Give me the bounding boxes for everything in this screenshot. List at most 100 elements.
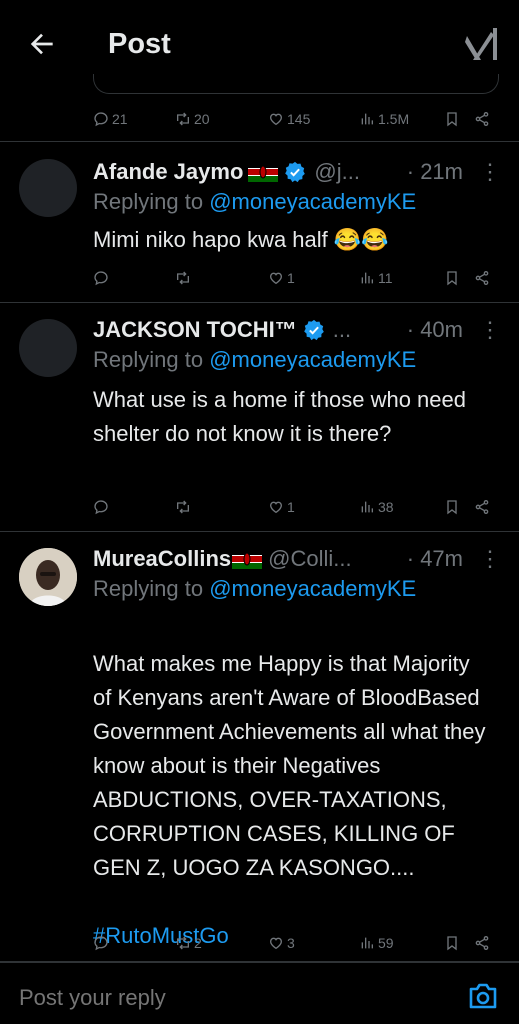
repost-icon [177, 271, 189, 285]
share-button[interactable] [474, 111, 494, 127]
share-button[interactable] [474, 270, 494, 286]
share-icon [475, 112, 489, 126]
reply-icon [94, 112, 108, 127]
reply-button[interactable] [93, 270, 175, 286]
avatar-photo [19, 548, 77, 606]
post-header: MureaCollins @Colli... · 47m ⋮ [93, 544, 501, 574]
like-icon [269, 113, 283, 126]
repost-icon [177, 936, 189, 950]
avatar[interactable] [19, 159, 77, 217]
share-button[interactable] [474, 499, 494, 515]
bookmark-icon [447, 500, 457, 515]
reply-icon [94, 271, 108, 286]
action-bar: 1 38 [93, 496, 499, 518]
share-icon [475, 500, 489, 514]
display-name[interactable]: JACKSON TOCHI™ [93, 317, 297, 343]
previous-post-stub: 21 20 145 1.5M [0, 74, 519, 142]
views-button[interactable]: 38 [359, 499, 444, 515]
more-icon[interactable]: ⋮ [479, 159, 501, 185]
bookmark-button[interactable] [444, 935, 474, 951]
views-count: 38 [378, 499, 394, 515]
back-arrow-icon[interactable] [26, 28, 58, 60]
replying-label: Replying to [93, 347, 204, 372]
like-button[interactable]: 1 [268, 499, 359, 515]
repost-count: 2 [194, 935, 202, 951]
reply-composer [0, 962, 519, 1024]
repost-icon [177, 112, 189, 126]
mention-link[interactable]: @moneyacademyKE [209, 576, 416, 601]
reply-count: 21 [112, 111, 128, 127]
display-name[interactable]: MureaCollins [93, 546, 231, 572]
views-icon [361, 272, 373, 284]
verified-icon [285, 161, 306, 183]
more-icon[interactable]: ⋮ [479, 317, 501, 343]
reply-button[interactable]: 21 [93, 111, 175, 127]
repost-button[interactable]: 20 [175, 111, 268, 127]
repost-button[interactable] [175, 270, 268, 286]
views-count: 11 [378, 270, 393, 286]
bookmark-button[interactable] [444, 270, 474, 286]
like-button[interactable]: 3 [268, 935, 359, 951]
reply-icon [94, 500, 108, 515]
repost-icon [177, 500, 189, 514]
action-bar: 1 11 [93, 267, 499, 289]
like-button[interactable]: 145 [268, 111, 359, 127]
views-icon [361, 937, 373, 949]
views-button[interactable]: 59 [359, 935, 444, 951]
like-icon [269, 501, 283, 514]
kenya-flag-icon [248, 162, 279, 182]
share-icon [475, 936, 489, 950]
bookmark-icon [447, 112, 457, 127]
bookmark-button[interactable] [444, 111, 474, 127]
repost-count: 20 [194, 111, 210, 127]
handle[interactable]: ... [333, 317, 351, 343]
views-count: 59 [378, 935, 394, 951]
action-bar: 21 20 145 1.5M [93, 108, 499, 130]
post-header: Afande Jaymo @j... · 21m ⋮ [93, 157, 501, 187]
replying-to: Replying to @moneyacademyKE [93, 189, 416, 215]
like-button[interactable]: 1 [268, 270, 359, 286]
like-count: 3 [287, 935, 295, 951]
handle[interactable]: @j... [314, 159, 360, 185]
post-text-block: What makes me Happy is that Majority of … [93, 613, 493, 953]
views-icon [361, 501, 373, 513]
post-header: JACKSON TOCHI™ ... · 40m ⋮ [93, 315, 501, 345]
repost-button[interactable] [175, 499, 268, 515]
bookmark-icon [447, 936, 457, 951]
like-count: 1 [287, 270, 295, 286]
post-text: What makes me Happy is that Majority of … [93, 651, 486, 880]
reply-post[interactable]: Afande Jaymo @j... · 21m ⋮ Replying to @… [0, 143, 519, 303]
display-name[interactable]: Afande Jaymo [93, 159, 243, 185]
reply-post[interactable]: MureaCollins @Colli... · 47m ⋮ Replying … [0, 532, 519, 962]
handle[interactable]: @Colli... [268, 546, 351, 572]
replying-label: Replying to [93, 576, 204, 601]
timestamp: · 21m [406, 159, 463, 184]
mention-link[interactable]: @moneyacademyKE [209, 189, 416, 214]
reply-button[interactable] [93, 935, 175, 951]
timestamp: · 40m [406, 317, 463, 342]
page-title: Post [108, 28, 171, 60]
views-button[interactable]: 1.5M [359, 111, 444, 127]
verified-icon [303, 319, 324, 341]
reply-button[interactable] [93, 499, 175, 515]
avatar[interactable] [19, 319, 77, 377]
bookmark-button[interactable] [444, 499, 474, 515]
like-icon [269, 272, 283, 285]
quoted-card-edge [93, 74, 499, 94]
camera-icon[interactable] [467, 981, 499, 1011]
views-button[interactable]: 11 [359, 270, 444, 286]
reply-post[interactable]: JACKSON TOCHI™ ... · 40m ⋮ Replying to @… [0, 303, 519, 532]
avatar[interactable] [19, 548, 77, 606]
xai-logo-icon[interactable] [465, 26, 499, 62]
timestamp: · 47m [406, 546, 463, 571]
reply-input[interactable] [19, 985, 419, 1011]
replying-to: Replying to @moneyacademyKE [93, 347, 416, 373]
action-bar: 2 3 59 [93, 932, 499, 954]
share-button[interactable] [474, 935, 494, 951]
more-icon[interactable]: ⋮ [479, 546, 501, 572]
views-count: 1.5M [378, 111, 410, 127]
mention-link[interactable]: @moneyacademyKE [209, 347, 416, 372]
repost-button[interactable]: 2 [175, 935, 268, 951]
share-icon [475, 271, 489, 285]
like-icon [269, 937, 283, 950]
